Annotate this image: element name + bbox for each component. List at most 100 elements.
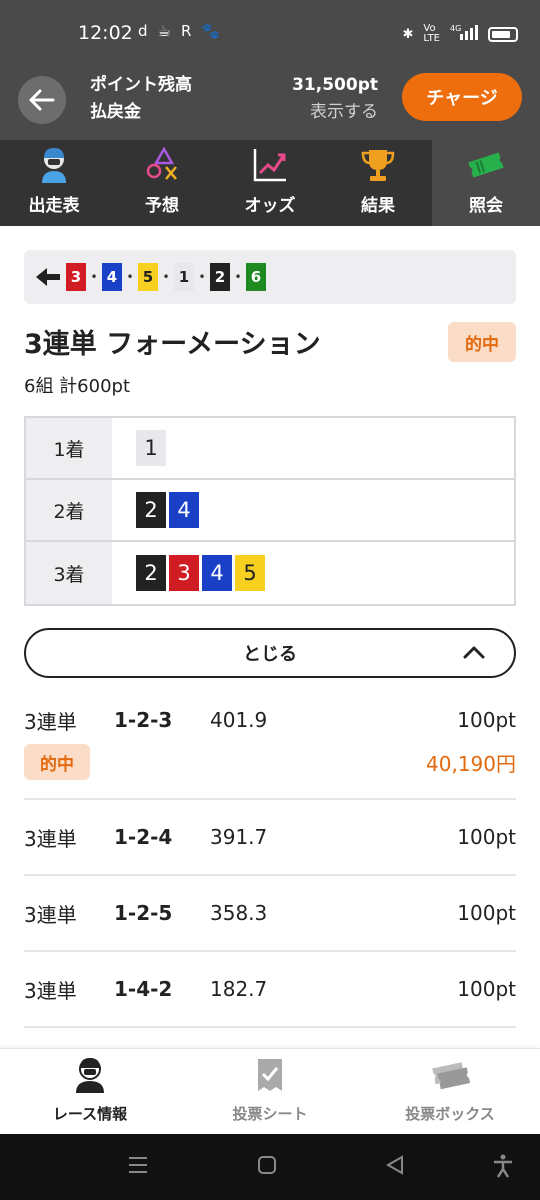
list-item: 3連単 1-2-4 391.7 100pt [24,800,516,876]
nav-vote-box[interactable]: 投票ボックス [360,1049,540,1134]
close-label: とじる [243,644,297,665]
separator-dot: • [234,270,242,284]
points-label: ポイント残高 [90,75,192,95]
number-chip: 3 [169,555,199,591]
number-chip: 4 [202,555,232,591]
nav-race-info[interactable]: レース情報 [0,1049,180,1134]
bet-odds: 182.7 [210,977,268,1001]
finish-chip: 2 [210,263,230,291]
app-header: ポイント残高 払戻金 31,500pt 表示する チャージ [0,66,540,140]
back-button[interactable] [18,76,66,124]
back-nav-icon[interactable] [384,1154,406,1180]
ticket-summary: 6組 計600pt [24,376,131,397]
trophy-icon [361,150,395,181]
pet-icon: 🐾 [201,22,221,40]
refund-label: 払戻金 [90,102,141,122]
arrow-left-icon [29,89,55,111]
rakuten-icon: R [180,22,192,40]
close-button[interactable]: とじる [24,628,516,678]
bet-type: 3連単 [24,902,77,927]
cup-icon: ☕ [157,22,171,40]
tab-label: オッズ [244,196,296,216]
finish-chip: 3 [66,263,86,291]
separator-dot: • [162,270,170,284]
clock: 12:02 [78,22,133,44]
bet-odds: 401.9 [210,708,268,732]
bet-odds: 391.7 [210,825,268,849]
bet-combination: 1-4-2 [114,977,173,1001]
system-icons: ✱ Vo LTE 4G [402,24,518,44]
tab-label: 出走表 [28,196,80,216]
bet-combination: 1-2-3 [114,708,173,732]
finish-chip: 1 [174,263,194,291]
bet-odds: 358.3 [210,901,268,925]
symbols-icon [146,146,177,180]
list-item: 3連単 1-2-5 358.3 100pt [24,876,516,952]
finish-chip: 5 [138,263,158,291]
table-row: 1着 1 [26,418,514,480]
position-numbers: 2 3 4 5 [112,542,514,604]
separator-dot: • [198,270,206,284]
show-refund-link[interactable]: 表示する [292,99,378,126]
chevron-up-icon [463,646,485,659]
tickets-icon [432,1062,470,1090]
recents-icon[interactable] [127,1154,149,1180]
separator-dot: • [90,270,98,284]
tab-label: 結果 [361,196,395,216]
svg-text:4G: 4G [450,24,461,33]
bet-combination: 1-2-5 [114,901,173,925]
position-numbers: 1 [112,418,514,478]
nav-vote-sheet[interactable]: 投票シート [180,1049,360,1134]
bet-combination: 1-2-4 [114,825,173,849]
bet-type: 3連単 [24,709,77,734]
separator-dot: • [126,270,134,284]
nav-label: 投票シート [232,1105,308,1123]
points-value: 31,500pt [292,75,378,95]
bluetooth-icon: ✱ [402,26,414,42]
nav-label: レース情報 [52,1105,128,1123]
tab-prediction[interactable]: 予想 [108,140,216,226]
finish-order-strip: 3 • 4 • 5 • 1 • 2 • 6 [24,250,516,304]
number-chip: 2 [136,492,166,528]
number-chip: 2 [136,555,166,591]
balance-labels: ポイント残高 払戻金 [90,72,192,126]
bet-type: 3連単 [24,826,77,851]
chart-icon [253,149,286,182]
payout-amount: 40,190円 [426,752,516,776]
tab-label: 予想 [145,196,179,216]
bottom-navigation: レース情報 投票シート 投票ボックス [0,1048,540,1134]
main-tabs: 出走表 予想 オッズ 結果 照会 [0,140,540,226]
tab-results[interactable]: 結果 [324,140,432,226]
docomo-icon: d [138,22,148,40]
home-icon[interactable] [256,1154,278,1180]
charge-button[interactable]: チャージ [402,73,522,121]
number-chip: 5 [235,555,265,591]
bet-type: 3連単 [24,978,77,1003]
notification-icons: d ☕ R 🐾 [138,22,220,40]
tab-odds[interactable]: オッズ [216,140,324,226]
tab-inquiry[interactable]: 照会 [432,140,540,226]
check-sheet-icon [258,1059,282,1091]
list-item: 3連単 1-2-3 401.9 100pt 的中 40,190円 [24,688,516,800]
position-label: 3着 [26,542,112,604]
jockey-icon [76,1058,104,1093]
position-label: 2着 [26,480,112,540]
table-row: 3着 2 3 4 5 [26,542,514,604]
accessibility-icon[interactable] [492,1154,514,1182]
list-item: 3連単 1-4-2 182.7 100pt [24,952,516,1028]
tab-race-card[interactable]: 出走表 [0,140,108,226]
bet-list: 3連単 1-2-3 401.9 100pt 的中 40,190円 3連単 1-2… [24,688,516,1028]
arrow-left-icon [36,268,60,286]
balance-values: 31,500pt 表示する [292,72,378,126]
number-chip: 1 [136,430,166,466]
ticket-title: 3連単 フォーメーション [24,329,321,360]
hit-badge: 的中 [24,744,90,780]
bet-amount: 100pt [457,825,516,849]
bet-amount: 100pt [457,708,516,732]
number-chip: 4 [169,492,199,528]
ticket-icon [468,152,504,178]
finish-chip: 4 [102,263,122,291]
tab-label: 照会 [469,196,503,216]
finish-chip: 6 [246,263,266,291]
position-numbers: 2 4 [112,480,514,540]
